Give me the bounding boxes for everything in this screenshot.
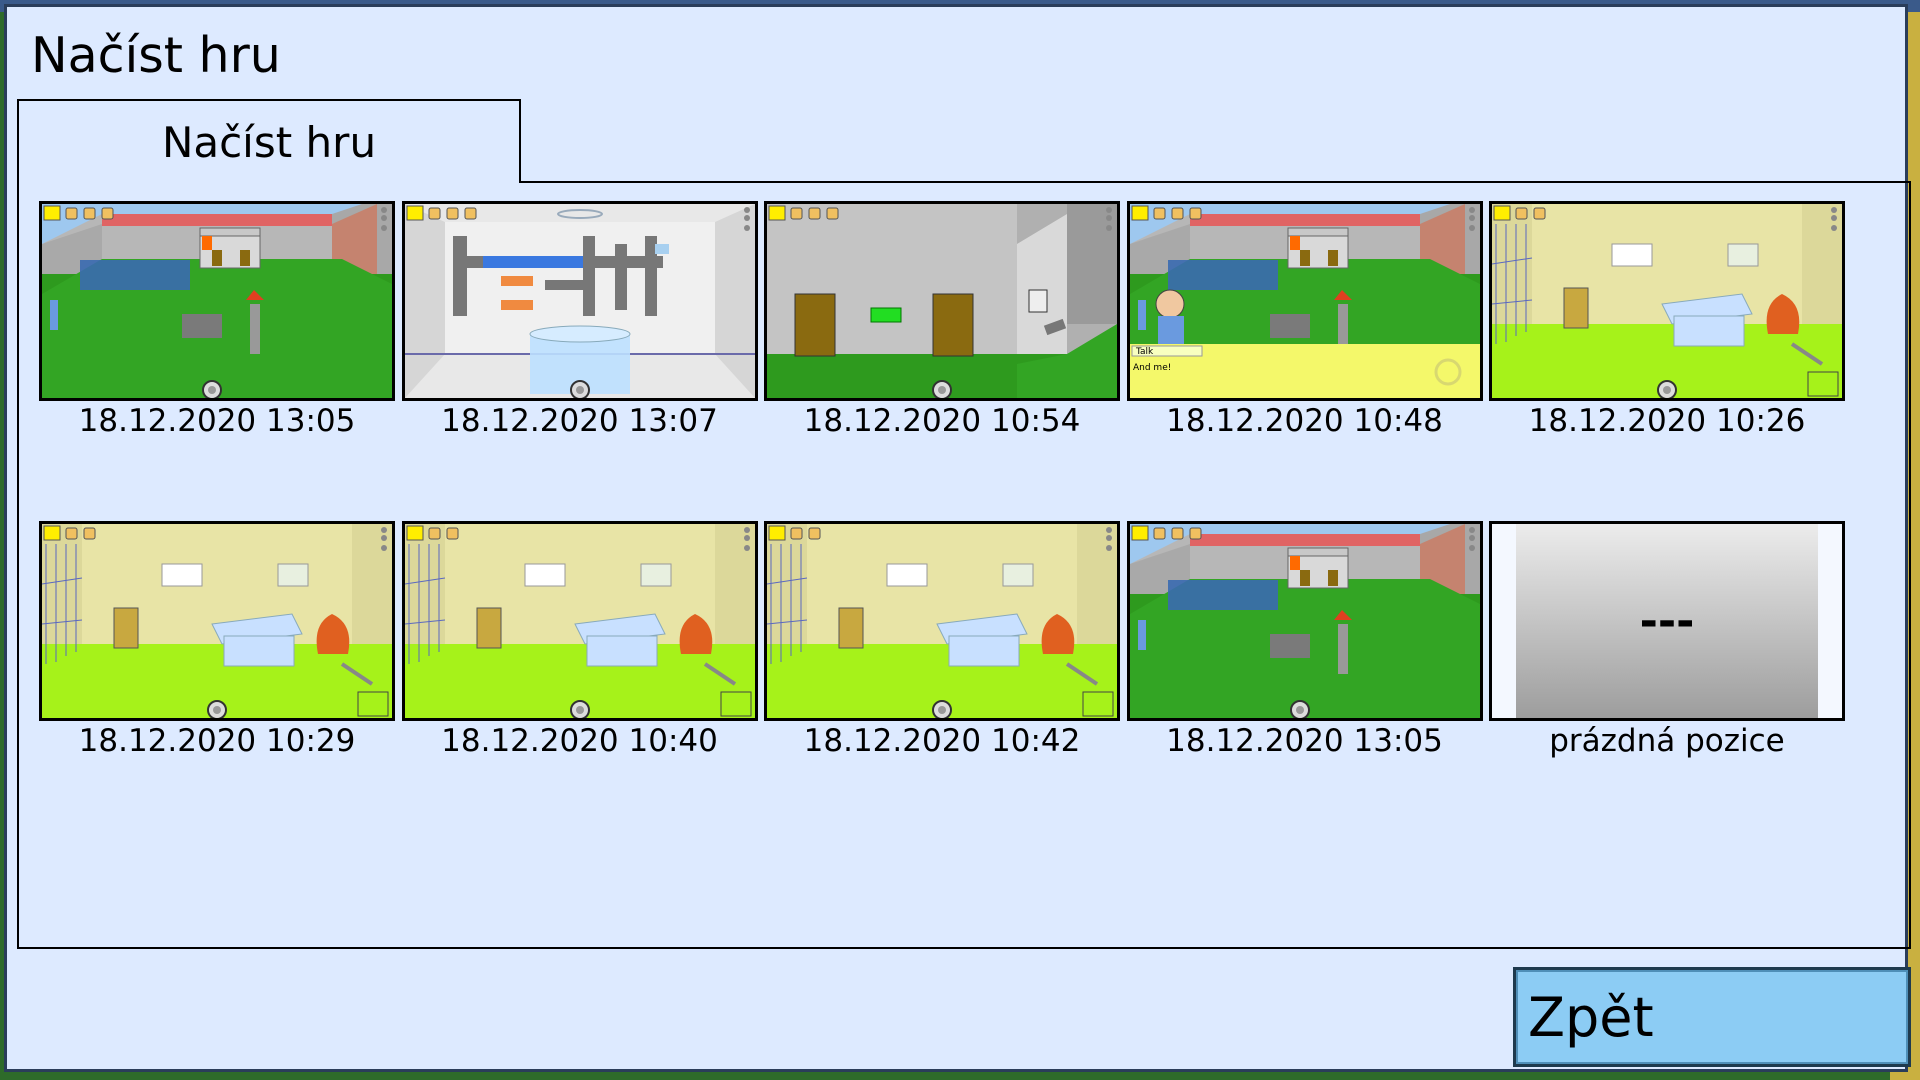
save-slot-label: 18.12.2020 10:29 (78, 723, 356, 759)
save-slot-thumbnail (764, 201, 1120, 401)
save-slot-label: 18.12.2020 10:40 (441, 723, 718, 759)
svg-text:And me!: And me! (1133, 363, 1171, 373)
save-slot[interactable]: 18.12.2020 13:05 (39, 201, 395, 441)
back-button[interactable]: Zpět (1513, 967, 1911, 1067)
save-slot-label: prázdná pozice (1549, 723, 1785, 759)
empty-slot-placeholder: --- (1516, 524, 1818, 718)
save-slot-label: 18.12.2020 13:05 (1166, 723, 1443, 759)
save-slot-thumbnail: Talk And me! (1126, 201, 1483, 401)
tab-label: Načíst hru (161, 117, 377, 167)
save-slot[interactable]: --- prázdná pozice (1489, 521, 1845, 761)
save-slot[interactable]: 18.12.2020 10:26 (1489, 201, 1845, 441)
save-slot-thumbnail (1126, 521, 1483, 721)
save-slot-label: 18.12.2020 10:54 (803, 403, 1081, 439)
load-game-dialog: Načíst hru Načíst hru 18.12.2020 13:05 1… (4, 4, 1911, 1072)
save-slot[interactable]: 18.12.2020 13:05 (1126, 521, 1483, 761)
dialog-title: Načíst hru (31, 27, 281, 84)
save-slot-thumbnail (401, 201, 758, 401)
save-slot[interactable]: Talk And me! 18.12.2020 10:48 (1126, 201, 1483, 441)
save-slot-thumbnail (1489, 201, 1845, 401)
save-slot[interactable]: 18.12.2020 13:07 (401, 201, 758, 441)
save-slot[interactable]: 18.12.2020 10:40 (401, 521, 758, 761)
back-button-label: Zpět (1528, 985, 1654, 1049)
svg-text:Talk: Talk (1135, 347, 1154, 357)
save-slot[interactable]: 18.12.2020 10:54 (764, 201, 1120, 441)
tab-load-game[interactable]: Načíst hru (17, 99, 521, 183)
save-slot-thumbnail (764, 521, 1120, 721)
save-slot-label: 18.12.2020 10:48 (1166, 403, 1443, 439)
save-slot-label: 18.12.2020 10:42 (803, 723, 1081, 759)
save-slot-label: 18.12.2020 13:05 (78, 403, 356, 439)
save-slot-label: 18.12.2020 10:26 (1528, 403, 1806, 439)
save-slot-thumbnail (39, 521, 395, 721)
save-slot-label: 18.12.2020 13:07 (441, 403, 718, 439)
save-slot-thumbnail (401, 521, 758, 721)
save-slot[interactable]: 18.12.2020 10:29 (39, 521, 395, 761)
save-slot-thumbnail (39, 201, 395, 401)
empty-slot-thumbnail: --- (1489, 521, 1845, 721)
save-slot[interactable]: 18.12.2020 10:42 (764, 521, 1120, 761)
save-slots-panel: 18.12.2020 13:05 18.12.2020 13:07 18.12.… (17, 181, 1911, 949)
